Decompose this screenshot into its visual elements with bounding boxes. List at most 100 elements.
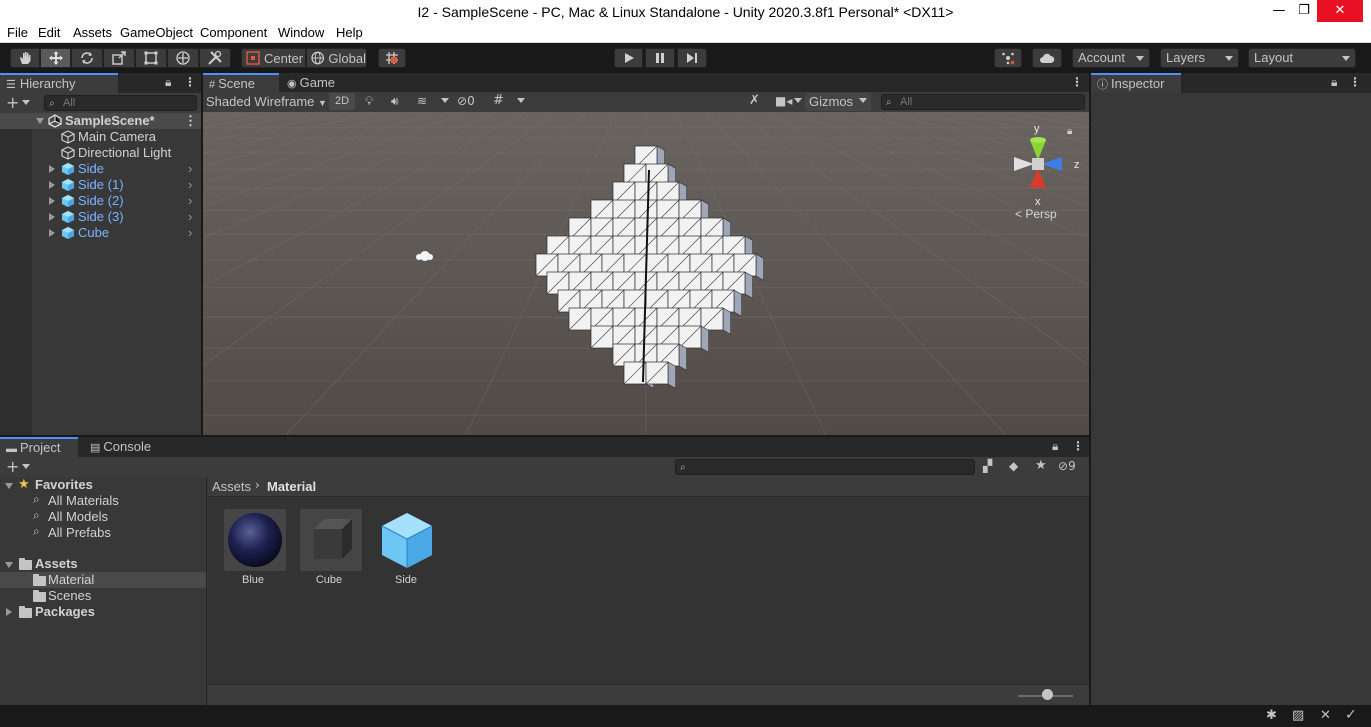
breadcrumb-material[interactable]: Material bbox=[267, 479, 316, 494]
pivot-mode-button[interactable]: Center bbox=[241, 48, 306, 68]
check-icon[interactable]: ✓ bbox=[1345, 707, 1357, 723]
scene-viewport[interactable]: y z x < Persp 🔒︎ bbox=[203, 112, 1089, 435]
tab-game[interactable]: ◉ Game bbox=[281, 73, 351, 93]
caret-down-icon[interactable] bbox=[517, 98, 525, 103]
favorites-item[interactable]: All Models bbox=[48, 509, 108, 525]
custom-tools-button[interactable] bbox=[199, 48, 231, 68]
expand-arrow-icon[interactable] bbox=[6, 608, 12, 616]
tools-icon[interactable]: ✗ bbox=[749, 93, 760, 108]
favorites-label[interactable]: Favorites bbox=[35, 477, 93, 493]
tab-hierarchy[interactable]: ☰ Hierarchy bbox=[0, 73, 118, 93]
favorite-star-icon[interactable]: ★ bbox=[1035, 458, 1047, 473]
caret-down-icon[interactable] bbox=[22, 100, 30, 105]
pivot-space-button[interactable]: Global bbox=[306, 48, 367, 68]
pause-button[interactable] bbox=[645, 48, 675, 68]
asset-side-thumbnail[interactable] bbox=[376, 509, 438, 571]
chevron-right-icon[interactable]: › bbox=[188, 161, 192, 177]
lighting-toggle-icon[interactable]: 💡︎ bbox=[365, 94, 373, 109]
asset-cube-thumbnail[interactable] bbox=[300, 509, 362, 571]
caret-down-icon[interactable] bbox=[859, 98, 867, 103]
projection-label[interactable]: < Persp bbox=[1015, 207, 1057, 221]
hierarchy-item[interactable]: › Side (3) bbox=[0, 209, 201, 225]
caret-down-icon[interactable] bbox=[441, 98, 449, 103]
tab-scene[interactable]: # Scene bbox=[203, 73, 279, 93]
grid-toggle-icon[interactable]: # bbox=[493, 93, 504, 108]
close-button[interactable]: ✕ bbox=[1317, 0, 1363, 22]
effects-toggle-icon[interactable]: ≋ bbox=[417, 94, 427, 108]
more-options-icon[interactable]: ⋮ bbox=[1071, 75, 1083, 89]
lock-icon[interactable]: 🔒︎ bbox=[1331, 75, 1337, 90]
asset-blue-thumbnail[interactable] bbox=[224, 509, 286, 571]
maximize-button[interactable]: ❐ bbox=[1287, 0, 1321, 22]
cloud-button[interactable] bbox=[1032, 48, 1062, 68]
more-options-icon[interactable]: ⋮ bbox=[1072, 439, 1084, 453]
draw-mode-dropdown[interactable]: Shaded Wireframe ▼ bbox=[206, 94, 327, 109]
expand-arrow-icon[interactable] bbox=[49, 197, 55, 205]
hierarchy-item[interactable]: › Cube bbox=[0, 225, 201, 241]
audio-toggle-icon[interactable]: 🔊︎ bbox=[391, 94, 399, 109]
scene-row[interactable]: SampleScene* ⋮ bbox=[0, 113, 201, 129]
more-options-icon[interactable]: ⋮ bbox=[184, 75, 196, 89]
icon-size-slider-handle[interactable] bbox=[1042, 689, 1053, 700]
more-options-icon[interactable]: ⋮ bbox=[184, 113, 197, 129]
hierarchy-item[interactable]: Main Camera bbox=[0, 129, 201, 145]
asset-side-label[interactable]: Side bbox=[366, 574, 446, 586]
layout-dropdown[interactable]: Layout bbox=[1248, 48, 1356, 68]
asset-blue-label[interactable]: Blue bbox=[213, 574, 293, 586]
more-options-icon[interactable]: ⋮ bbox=[1349, 75, 1361, 89]
scene-search-input[interactable]: ⌕ All bbox=[881, 94, 1085, 110]
collapse-arrow-icon[interactable] bbox=[5, 483, 13, 489]
favorites-item[interactable]: All Materials bbox=[48, 493, 119, 509]
search-by-type-icon[interactable]: ▞ bbox=[983, 459, 992, 473]
caret-down-icon[interactable] bbox=[794, 98, 802, 103]
2d-toggle-button[interactable]: 2D bbox=[329, 93, 355, 110]
asset-cube-label[interactable]: Cube bbox=[289, 574, 369, 586]
tab-console[interactable]: ▤ Console bbox=[84, 437, 164, 457]
tab-inspector[interactable]: ⓘ Inspector bbox=[1091, 73, 1181, 93]
collab-button[interactable] bbox=[994, 48, 1022, 68]
caret-down-icon[interactable] bbox=[22, 464, 30, 469]
menu-help[interactable]: Help bbox=[336, 25, 363, 40]
play-button[interactable] bbox=[614, 48, 643, 68]
lock-icon[interactable]: 🔒︎ bbox=[1067, 126, 1072, 137]
menu-window[interactable]: Window bbox=[278, 25, 324, 40]
lock-icon[interactable]: 🔒︎ bbox=[1052, 439, 1058, 454]
grid-snap-button[interactable] bbox=[378, 48, 406, 68]
hierarchy-search-input[interactable]: ⌕ All bbox=[44, 95, 197, 111]
breadcrumb-assets[interactable]: Assets bbox=[212, 479, 251, 494]
collapse-arrow-icon[interactable] bbox=[36, 118, 44, 124]
transform-tool-button[interactable] bbox=[167, 48, 199, 68]
lock-icon[interactable]: 🔒︎ bbox=[165, 75, 171, 90]
hidden-objects-toggle[interactable]: ⊘0 bbox=[457, 94, 475, 108]
assets-folder-label[interactable]: Assets bbox=[35, 556, 78, 572]
account-dropdown[interactable]: Account bbox=[1072, 48, 1150, 68]
hierarchy-item[interactable]: › Side bbox=[0, 161, 201, 177]
chevron-right-icon[interactable]: › bbox=[188, 225, 192, 241]
hand-tool-button[interactable] bbox=[10, 48, 40, 68]
layers-dropdown[interactable]: Layers bbox=[1160, 48, 1239, 68]
favorites-item[interactable]: All Prefabs bbox=[48, 525, 111, 541]
chevron-right-icon[interactable]: › bbox=[188, 209, 192, 225]
menu-edit[interactable]: Edit bbox=[38, 25, 60, 40]
menu-file[interactable]: File bbox=[7, 25, 28, 40]
folder-scenes[interactable]: Scenes bbox=[48, 588, 91, 604]
menu-component[interactable]: Component bbox=[200, 25, 267, 40]
chevron-right-icon[interactable]: › bbox=[188, 193, 192, 209]
chevron-right-icon[interactable]: › bbox=[188, 177, 192, 193]
add-icon[interactable]: + bbox=[6, 457, 19, 476]
hidden-packages-toggle[interactable]: ⊘9 bbox=[1058, 459, 1076, 473]
expand-arrow-icon[interactable] bbox=[49, 181, 55, 189]
progress-icon[interactable]: ✕ bbox=[1320, 708, 1331, 723]
scale-tool-button[interactable] bbox=[103, 48, 135, 68]
project-search-input[interactable]: ⌕ bbox=[675, 459, 975, 475]
packages-folder-label[interactable]: Packages bbox=[35, 604, 95, 620]
menu-gameobject[interactable]: GameObject bbox=[120, 25, 193, 40]
folder-material[interactable]: Material bbox=[48, 572, 94, 588]
auto-generate-lighting-icon[interactable]: ▨ bbox=[1292, 708, 1304, 723]
camera-icon[interactable]: ■◂ bbox=[775, 94, 792, 108]
hierarchy-item[interactable]: Directional Light bbox=[0, 145, 201, 161]
collapse-arrow-icon[interactable] bbox=[5, 562, 13, 568]
expand-arrow-icon[interactable] bbox=[49, 229, 55, 237]
rotate-tool-button[interactable] bbox=[71, 48, 103, 68]
step-button[interactable] bbox=[677, 48, 707, 68]
